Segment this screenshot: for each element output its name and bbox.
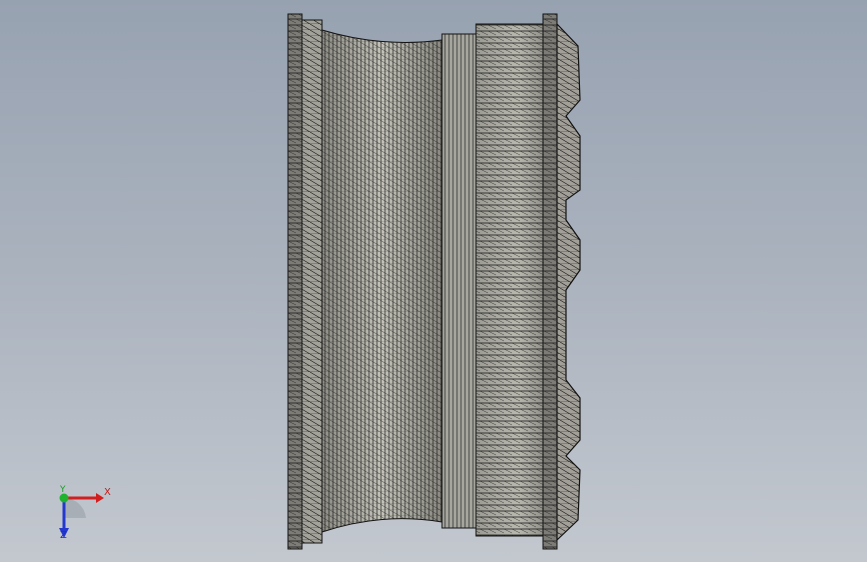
rim-barrel: [321, 29, 443, 533]
left-flange: [287, 13, 323, 550]
z-axis-label: Z: [60, 530, 67, 541]
graphics-viewport[interactable]: X Y Z: [0, 0, 867, 562]
y-axis-label: Y: [60, 485, 66, 495]
spoke-edges: [556, 22, 581, 542]
x-axis-label: X: [104, 487, 111, 498]
rim-hub-drum: [441, 23, 547, 537]
right-flange: [542, 13, 558, 550]
wheel-rim-model[interactable]: [0, 0, 867, 562]
